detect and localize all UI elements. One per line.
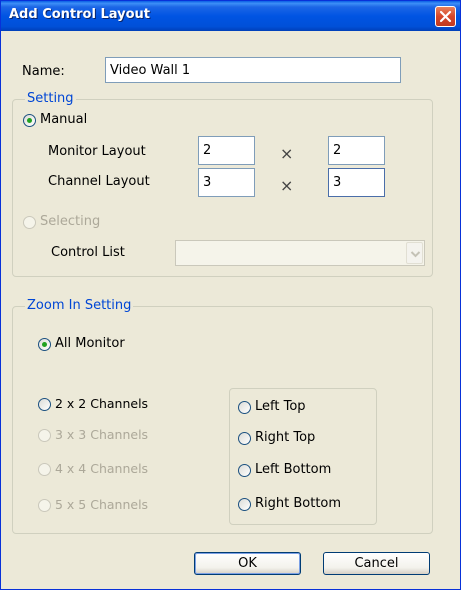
- selecting-radio[interactable]: [23, 216, 36, 229]
- all-monitor-label: All Monitor: [55, 336, 125, 351]
- left-bottom-label: Left Bottom: [255, 462, 332, 477]
- right-top-label: Right Top: [255, 430, 316, 445]
- control-list-dropdown[interactable]: [175, 240, 425, 266]
- right-bottom-label: Right Bottom: [255, 496, 342, 511]
- monitor-rows-field[interactable]: [328, 136, 385, 165]
- selecting-label: Selecting: [40, 214, 101, 229]
- monitor-layout-label: Monitor Layout: [48, 144, 146, 159]
- monitor-cols-field[interactable]: [198, 136, 255, 165]
- manual-label: Manual: [40, 112, 88, 127]
- channels-4x4-label: 4 x 4 Channels: [55, 461, 149, 476]
- channels-3x3-label: 3 x 3 Channels: [55, 427, 149, 442]
- channels-2x2-label: 2 x 2 Channels: [55, 396, 149, 411]
- channels-5x5-radio[interactable]: [38, 499, 51, 512]
- left-top-radio[interactable]: [238, 401, 251, 414]
- right-top-radio[interactable]: [238, 432, 251, 445]
- chevron-down-icon: [410, 251, 421, 258]
- channels-4x4-radio[interactable]: [38, 463, 51, 476]
- add-control-layout-dialog: Add Control Layout Name: Setting Manual …: [0, 0, 461, 590]
- ok-button[interactable]: OK: [194, 552, 301, 575]
- close-button[interactable]: [435, 6, 456, 27]
- manual-radio[interactable]: [23, 114, 36, 127]
- left-top-label: Left Top: [255, 399, 306, 414]
- channel-cols-field[interactable]: [198, 168, 255, 197]
- cancel-button[interactable]: Cancel: [323, 552, 430, 575]
- channels-5x5-label: 5 x 5 Channels: [55, 497, 149, 512]
- channel-times-sign: ×: [280, 176, 294, 195]
- monitor-times-sign: ×: [280, 144, 294, 163]
- channels-2x2-radio[interactable]: [38, 398, 51, 411]
- zoom-in-setting-legend: Zoom In Setting: [25, 298, 134, 313]
- channel-layout-label: Channel Layout: [48, 174, 150, 189]
- control-list-dropdown-button[interactable]: [406, 242, 423, 264]
- setting-legend: Setting: [25, 91, 76, 106]
- left-bottom-radio[interactable]: [238, 464, 251, 477]
- name-field[interactable]: [105, 57, 401, 83]
- close-icon: [439, 10, 452, 23]
- right-bottom-radio[interactable]: [238, 498, 251, 511]
- all-monitor-radio[interactable]: [38, 338, 51, 351]
- window-title: Add Control Layout: [9, 7, 150, 22]
- channels-3x3-radio[interactable]: [38, 429, 51, 442]
- control-list-label: Control List: [51, 245, 125, 260]
- channel-rows-field[interactable]: [328, 168, 385, 197]
- title-bar: Add Control Layout: [1, 1, 460, 31]
- name-label: Name:: [22, 64, 65, 79]
